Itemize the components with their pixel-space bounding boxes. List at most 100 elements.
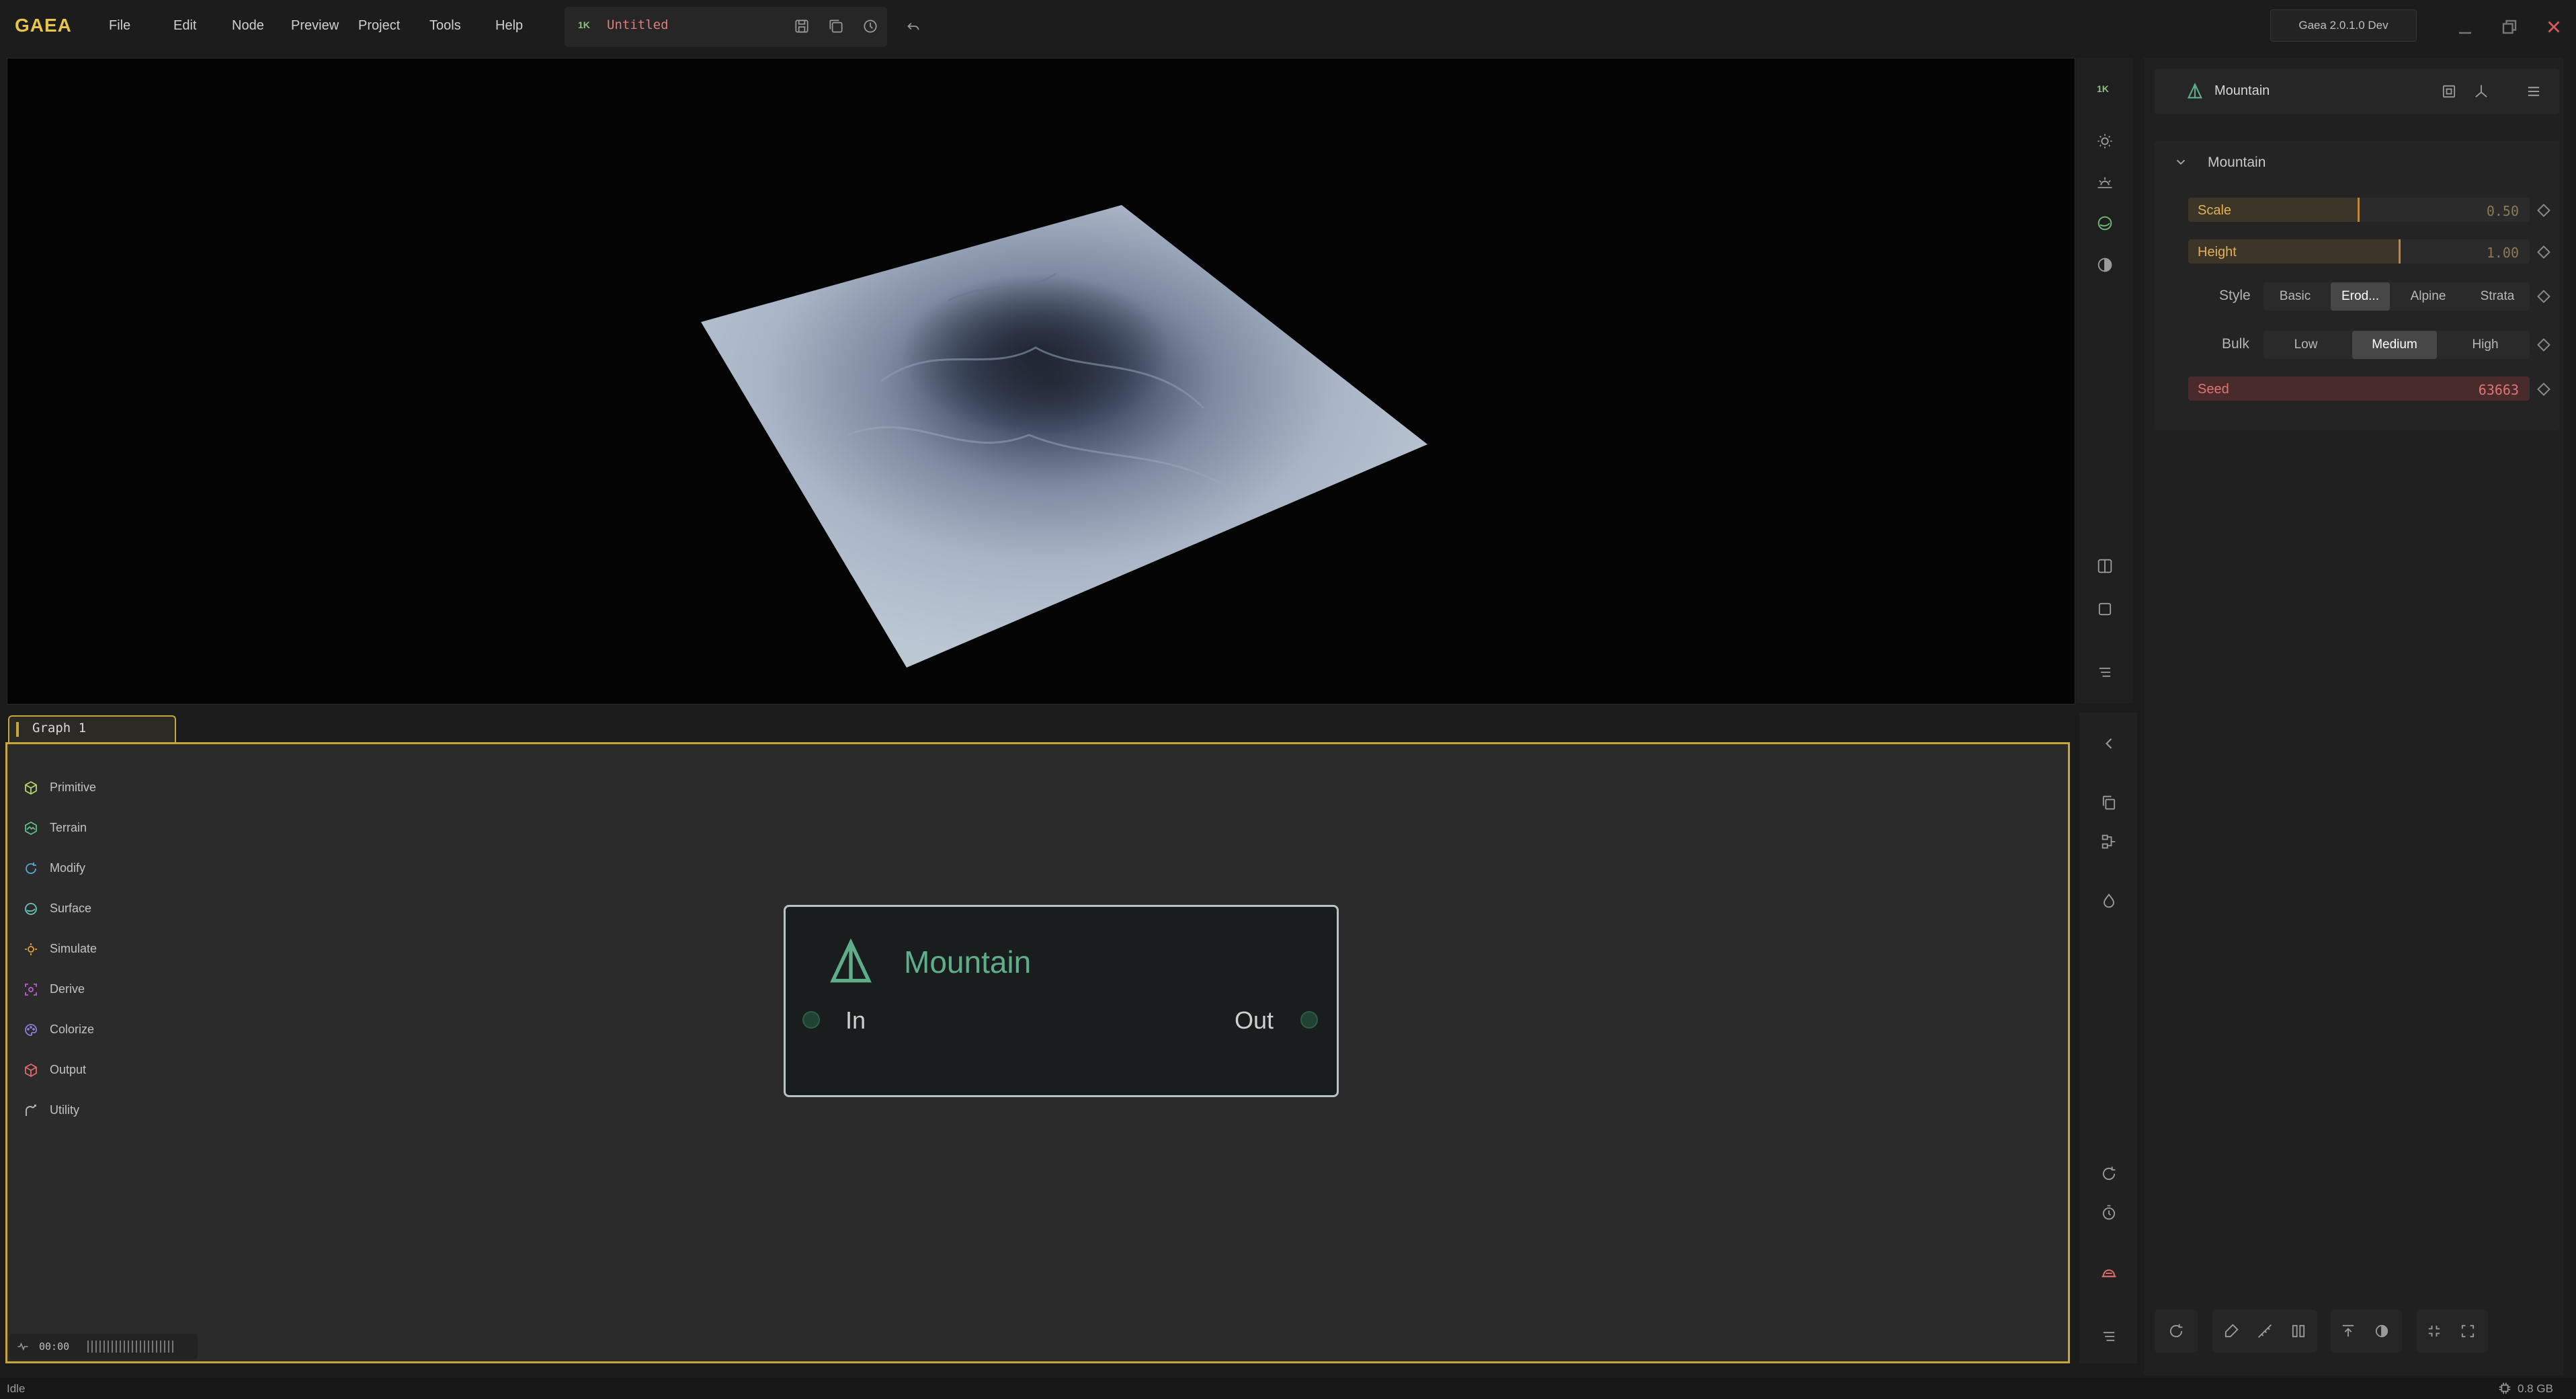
columns-icon[interactable]: [2289, 1322, 2308, 1341]
bulk-label: Bulk: [2222, 336, 2249, 352]
scale-slider[interactable]: Scale 0.50: [2188, 198, 2530, 222]
category-terrain[interactable]: Terrain: [16, 811, 114, 846]
cube-icon: [23, 780, 39, 796]
bulk-selector: Low Medium High: [2263, 331, 2530, 359]
sun-icon[interactable]: [2095, 132, 2114, 151]
close-icon[interactable]: [2542, 15, 2566, 39]
split-view-icon[interactable]: [2095, 557, 2114, 575]
minimize-icon[interactable]: [2453, 15, 2477, 39]
modify-icon: [23, 861, 39, 877]
mountain-node[interactable]: [784, 905, 1339, 1097]
stopwatch-icon[interactable]: [2100, 1203, 2118, 1222]
scale-value[interactable]: 0.50: [2487, 203, 2519, 219]
utility-icon: [23, 1103, 39, 1119]
3d-viewport[interactable]: [7, 58, 2075, 705]
seed-value[interactable]: 63663: [2479, 382, 2519, 398]
style-basic[interactable]: Basic: [2263, 282, 2327, 311]
history-icon[interactable]: [862, 17, 879, 35]
category-label: Output: [50, 1063, 87, 1076]
chevron-down-icon[interactable]: [2173, 155, 2188, 169]
derive-icon: [23, 982, 39, 998]
ruler-icon[interactable]: [2255, 1322, 2274, 1341]
status-text: Idle: [7, 1382, 26, 1395]
category-label: Derive: [50, 982, 85, 996]
height-value[interactable]: 1.00: [2487, 245, 2519, 261]
contrast-toggle-icon[interactable]: [2372, 1322, 2391, 1341]
bulk-high[interactable]: High: [2441, 331, 2530, 359]
footer-group-4: [2417, 1310, 2488, 1353]
category-surface[interactable]: Surface: [16, 891, 114, 926]
save-icon[interactable]: [793, 17, 811, 35]
section-title: Mountain: [2208, 155, 2266, 170]
bulk-medium[interactable]: Medium: [2352, 331, 2437, 359]
brush-icon[interactable]: [2222, 1322, 2241, 1341]
sphere-icon[interactable]: [2095, 214, 2114, 233]
seed-field[interactable]: Seed 63663: [2188, 376, 2530, 401]
bake-icon[interactable]: [2100, 1264, 2118, 1283]
pulse-icon[interactable]: [16, 1340, 30, 1353]
graph-tab-label: Graph 1: [32, 721, 87, 735]
category-primitive[interactable]: Primitive: [16, 770, 114, 805]
timeline-ticks[interactable]: [87, 1341, 175, 1353]
footer-group-2: [2212, 1310, 2317, 1353]
file-name[interactable]: Untitled: [607, 17, 669, 32]
collapse-icon[interactable]: [2425, 1322, 2444, 1341]
drop-icon[interactable]: [2100, 891, 2118, 910]
align-top-icon[interactable]: [2339, 1322, 2358, 1341]
refresh-icon[interactable]: [2167, 1322, 2186, 1341]
timeline[interactable]: 00:00: [9, 1334, 198, 1359]
style-selector: Basic Erod... Alpine Strata: [2263, 282, 2530, 311]
category-derive[interactable]: Derive: [16, 972, 114, 1007]
mountain-node-icon: [824, 936, 878, 990]
preview-node-icon[interactable]: [2440, 82, 2458, 101]
input-port[interactable]: [802, 1011, 820, 1029]
menu-edit[interactable]: Edit: [173, 18, 196, 34]
properties-node-name[interactable]: Mountain: [2214, 83, 2270, 99]
menu-node[interactable]: Node: [232, 18, 264, 34]
scale-label: Scale: [2198, 203, 2232, 218]
save-as-icon[interactable]: [827, 17, 845, 35]
height-slider[interactable]: Height 1.00: [2188, 239, 2530, 264]
category-output[interactable]: Output: [16, 1053, 114, 1088]
style-label: Style: [2219, 288, 2251, 303]
timeline-time: 00:00: [39, 1341, 70, 1353]
style-alpine[interactable]: Alpine: [2394, 282, 2462, 311]
viewport-menu-icon[interactable]: [2095, 663, 2114, 682]
footer-group-3: [2331, 1310, 2402, 1353]
category-label: Surface: [50, 902, 92, 915]
palette-icon: [23, 1022, 39, 1038]
category-simulate[interactable]: Simulate: [16, 932, 114, 967]
category-modify[interactable]: Modify: [16, 851, 114, 886]
menu-help[interactable]: Help: [495, 18, 523, 34]
sunset-icon[interactable]: [2095, 173, 2114, 192]
style-strata[interactable]: Strata: [2465, 282, 2530, 311]
axis-icon[interactable]: [2472, 82, 2491, 101]
undo-icon[interactable]: [905, 17, 922, 35]
menu-tools[interactable]: Tools: [429, 18, 461, 34]
contrast-icon[interactable]: [2095, 255, 2114, 274]
seed-label: Seed: [2198, 382, 2229, 397]
version-label: Gaea 2.0.1.0 Dev: [2270, 9, 2417, 42]
fullscreen-icon[interactable]: [2458, 1322, 2477, 1341]
terrain-icon: [23, 820, 39, 836]
category-utility[interactable]: Utility: [16, 1093, 114, 1128]
branch-icon[interactable]: [2100, 832, 2118, 851]
sync-icon[interactable]: [2100, 1164, 2118, 1183]
bulk-low[interactable]: Low: [2263, 331, 2348, 359]
frame-icon[interactable]: [2095, 600, 2114, 618]
menu-file[interactable]: File: [109, 18, 130, 34]
menu-project[interactable]: Project: [358, 18, 400, 34]
category-colorize[interactable]: Colorize: [16, 1012, 114, 1047]
restore-icon[interactable]: [2497, 15, 2522, 39]
style-eroded[interactable]: Erod...: [2331, 282, 2390, 311]
output-port[interactable]: [1300, 1011, 1318, 1029]
node-title: Mountain: [904, 945, 1032, 980]
memory-icon: [2497, 1381, 2512, 1396]
copy-icon[interactable]: [2100, 793, 2118, 812]
viewport-resolution-badge[interactable]: 1K: [2097, 83, 2109, 94]
hamburger-menu-icon[interactable]: [2524, 82, 2543, 101]
category-label: Terrain: [50, 821, 87, 834]
chevron-left-icon[interactable]: [2100, 734, 2118, 753]
graph-menu-icon[interactable]: [2100, 1327, 2118, 1346]
menu-preview[interactable]: Preview: [291, 18, 339, 34]
